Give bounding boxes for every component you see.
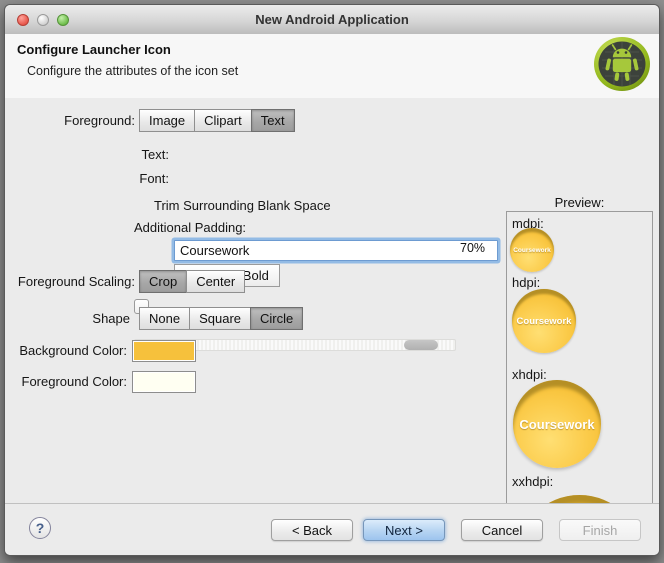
help-button[interactable]: ?	[29, 517, 51, 539]
wizard-header: Configure Launcher Icon Configure the at…	[5, 34, 659, 99]
window-title: New Android Application	[255, 12, 409, 27]
density-label-xhdpi: xhdpi:	[512, 367, 547, 382]
page-title: Configure Launcher Icon	[17, 42, 171, 57]
density-label-hdpi: hdpi:	[512, 275, 541, 290]
scaling-segment[interactable]: Crop Center	[139, 270, 246, 293]
foreground-color-swatch[interactable]	[132, 371, 196, 393]
padding-slider-handle[interactable]	[403, 340, 438, 350]
next-button[interactable]: Next >	[363, 519, 445, 541]
launcher-icon-preview-hdpi: Coursework	[512, 289, 576, 353]
segment-option-circle[interactable]: Circle	[250, 307, 304, 330]
text-label: Text:	[141, 147, 169, 162]
additional-padding-label: Additional Padding:	[134, 220, 247, 235]
icon-text: Coursework	[516, 315, 572, 327]
minimize-icon[interactable]	[37, 13, 49, 26]
segment-option-clipart[interactable]: Clipart	[194, 109, 252, 132]
foreground-scaling-label: Foreground Scaling:	[17, 274, 135, 289]
shape-label: Shape	[92, 311, 130, 326]
wizard-footer: ? < Back Next > Cancel Finish	[5, 503, 659, 555]
icon-text: Coursework	[519, 416, 595, 432]
launcher-icon-preview-mdpi: Coursework	[510, 228, 554, 272]
zoom-icon[interactable]	[57, 13, 69, 26]
segment-option-center[interactable]: Center	[186, 270, 246, 293]
wizard-window: New Android Application Configure Launch…	[4, 4, 660, 556]
preview-panel: mdpi: Coursework hdpi: Coursework xhdpi:…	[506, 211, 653, 544]
icon-text: Coursework	[513, 246, 551, 254]
segment-option-text[interactable]: Text	[250, 109, 295, 132]
foreground-color-fill	[134, 373, 194, 391]
shape-segment[interactable]: None Square Circle	[139, 307, 304, 330]
launcher-icon-preview-xhdpi: Coursework	[513, 380, 601, 468]
title-bar[interactable]: New Android Application	[5, 5, 659, 35]
background-color-swatch[interactable]	[132, 340, 196, 362]
android-logo-icon	[594, 37, 650, 91]
font-label: Font:	[139, 171, 169, 186]
foreground-label: Foreground:	[64, 113, 135, 128]
finish-button[interactable]: Finish	[559, 519, 641, 541]
segment-option-image[interactable]: Image	[139, 109, 196, 132]
wizard-content: Foreground: ImageClipartText Text: Font:…	[5, 98, 659, 544]
cancel-button[interactable]: Cancel	[461, 519, 543, 541]
back-button[interactable]: < Back	[271, 519, 353, 541]
segment-option-none[interactable]: None	[139, 307, 191, 330]
segment-option-square[interactable]: Square	[189, 307, 251, 330]
density-label-xxhdpi: xxhdpi:	[512, 474, 554, 489]
foreground-color-label: Foreground Color:	[21, 374, 128, 389]
trim-checkbox-label: Trim Surrounding Blank Space	[154, 198, 331, 213]
page-subtitle: Configure the attributes of the icon set	[27, 64, 239, 78]
foreground-segment[interactable]: Image Clipart Text	[139, 109, 295, 132]
close-icon[interactable]	[17, 13, 29, 26]
background-color-label: Background Color:	[19, 343, 127, 358]
preview-label: Preview:	[554, 195, 605, 210]
padding-value: 70%	[460, 241, 486, 255]
segment-option-crop[interactable]: Crop	[139, 270, 188, 293]
icon-text-input[interactable]	[174, 240, 498, 261]
background-color-fill	[134, 342, 194, 360]
